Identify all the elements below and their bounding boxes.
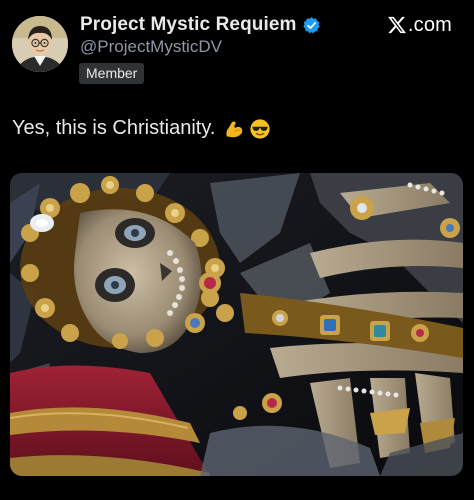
brand-domain-text: .com (407, 13, 452, 36)
post-media-image[interactable] (10, 173, 463, 476)
post-body: Yes, this is Christianity. (12, 117, 271, 140)
sunglasses-face-icon (249, 118, 271, 140)
member-badge: Member (79, 63, 145, 84)
display-name[interactable]: Project Mystic Requiem (80, 14, 297, 36)
flexed-biceps-icon (223, 118, 245, 140)
x-logo-icon (387, 15, 407, 35)
display-name-row: Project Mystic Requiem (80, 12, 321, 38)
user-handle[interactable]: @ProjectMysticDV (80, 37, 222, 57)
jeweled-skeleton-image (10, 173, 463, 476)
post-text: Yes, this is Christianity. (12, 117, 216, 139)
post-header: Project Mystic Requiem @ProjectMysticDV … (0, 0, 474, 100)
avatar[interactable] (12, 16, 68, 72)
verified-badge-icon (302, 16, 321, 35)
brand-watermark: .com (387, 12, 452, 38)
avatar-illustration (12, 16, 68, 72)
